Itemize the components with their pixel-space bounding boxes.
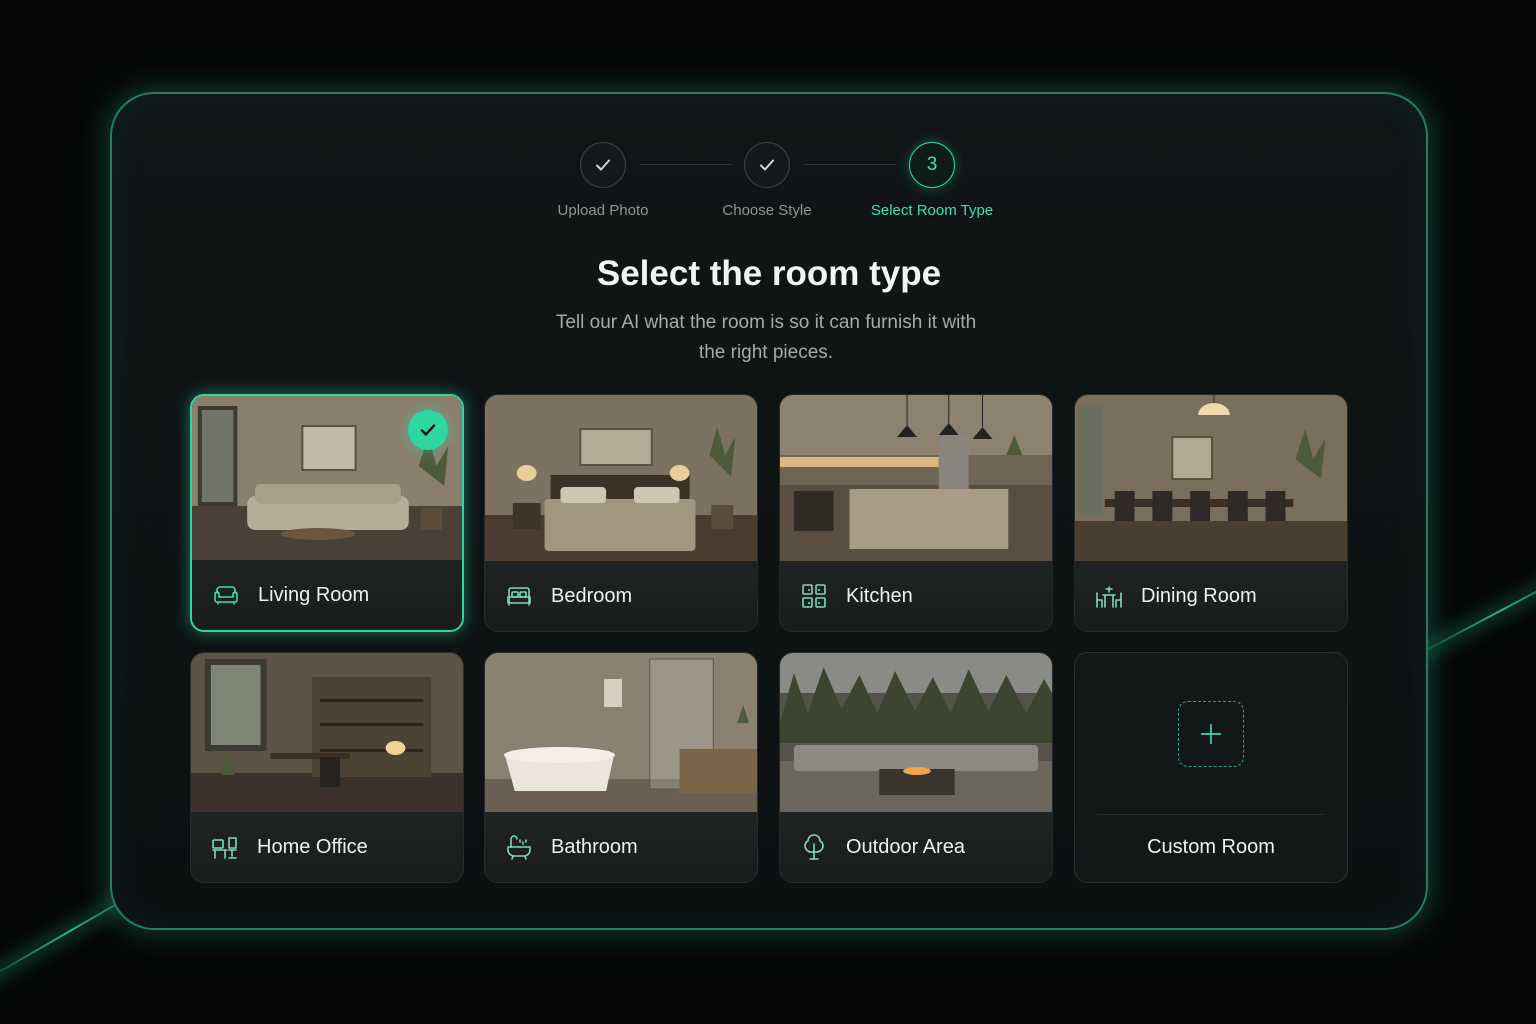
kitchen-photo xyxy=(780,395,1052,563)
room-card-label: Dining Room xyxy=(1141,584,1257,607)
selected-check-icon xyxy=(408,410,448,450)
step-upload-photo[interactable]: Upload Photo xyxy=(523,142,683,219)
dining-room-photo xyxy=(1075,395,1347,563)
room-card-home-office[interactable]: Home Office xyxy=(190,652,464,883)
bathtub-icon xyxy=(503,831,535,863)
tree-icon xyxy=(798,831,830,863)
room-card-outdoor-area[interactable]: Outdoor Area xyxy=(779,652,1053,883)
desk-chair-icon xyxy=(209,831,241,863)
room-card-dining-room[interactable]: Dining Room xyxy=(1074,394,1348,632)
check-icon xyxy=(744,142,790,188)
room-card-label: Kitchen xyxy=(846,584,913,607)
room-card-living-room[interactable]: Living Room xyxy=(190,394,464,632)
step-label: Upload Photo xyxy=(557,202,649,219)
room-card-label: Outdoor Area xyxy=(846,835,965,858)
room-card-footer: Bedroom xyxy=(485,561,757,631)
room-card-footer: Outdoor Area xyxy=(780,812,1052,882)
progress-stepper: Upload Photo Choose Style 3 Select Room … xyxy=(112,142,1426,232)
room-card-label: Living Room xyxy=(258,583,370,606)
step-select-room-type[interactable]: 3 Select Room Type xyxy=(852,142,1012,219)
step-label: Choose Style xyxy=(722,202,812,219)
page-subtitle: Tell our AI what the room is so it can f… xyxy=(555,312,977,363)
room-card-footer: Living Room xyxy=(192,560,462,630)
room-card-footer: Custom Room xyxy=(1075,812,1347,882)
room-card-bedroom[interactable]: Bedroom xyxy=(484,394,758,632)
bathroom-photo xyxy=(485,653,757,814)
room-card-footer: Kitchen xyxy=(780,561,1052,631)
step-choose-style[interactable]: Choose Style xyxy=(687,142,847,219)
outdoor-area-photo xyxy=(780,653,1052,814)
room-card-label: Bathroom xyxy=(551,835,638,858)
dining-table-icon xyxy=(1093,580,1125,612)
room-card-label: Custom Room xyxy=(1147,835,1275,858)
home-office-photo xyxy=(191,653,463,814)
room-card-footer: Home Office xyxy=(191,812,463,882)
kitchen-cabinet-icon xyxy=(798,580,830,612)
room-card-label: Bedroom xyxy=(551,584,633,607)
plus-icon xyxy=(1178,701,1244,767)
bedroom-photo xyxy=(485,395,757,563)
room-card-footer: Dining Room xyxy=(1075,561,1347,631)
room-card-kitchen[interactable]: Kitchen xyxy=(779,394,1053,632)
bed-icon xyxy=(503,580,535,612)
step-label: Select Room Type xyxy=(870,202,994,219)
step-number: 3 xyxy=(909,142,955,188)
room-card-custom-room[interactable]: Custom Room xyxy=(1074,652,1348,883)
room-card-label: Home Office xyxy=(257,835,368,858)
room-card-bathroom[interactable]: Bathroom xyxy=(484,652,758,883)
check-icon xyxy=(580,142,626,188)
room-type-panel: Upload Photo Choose Style 3 Select Room … xyxy=(110,92,1428,930)
sofa-icon xyxy=(210,579,242,611)
room-card-footer: Bathroom xyxy=(485,812,757,882)
page-title: Select the room type xyxy=(596,254,942,293)
